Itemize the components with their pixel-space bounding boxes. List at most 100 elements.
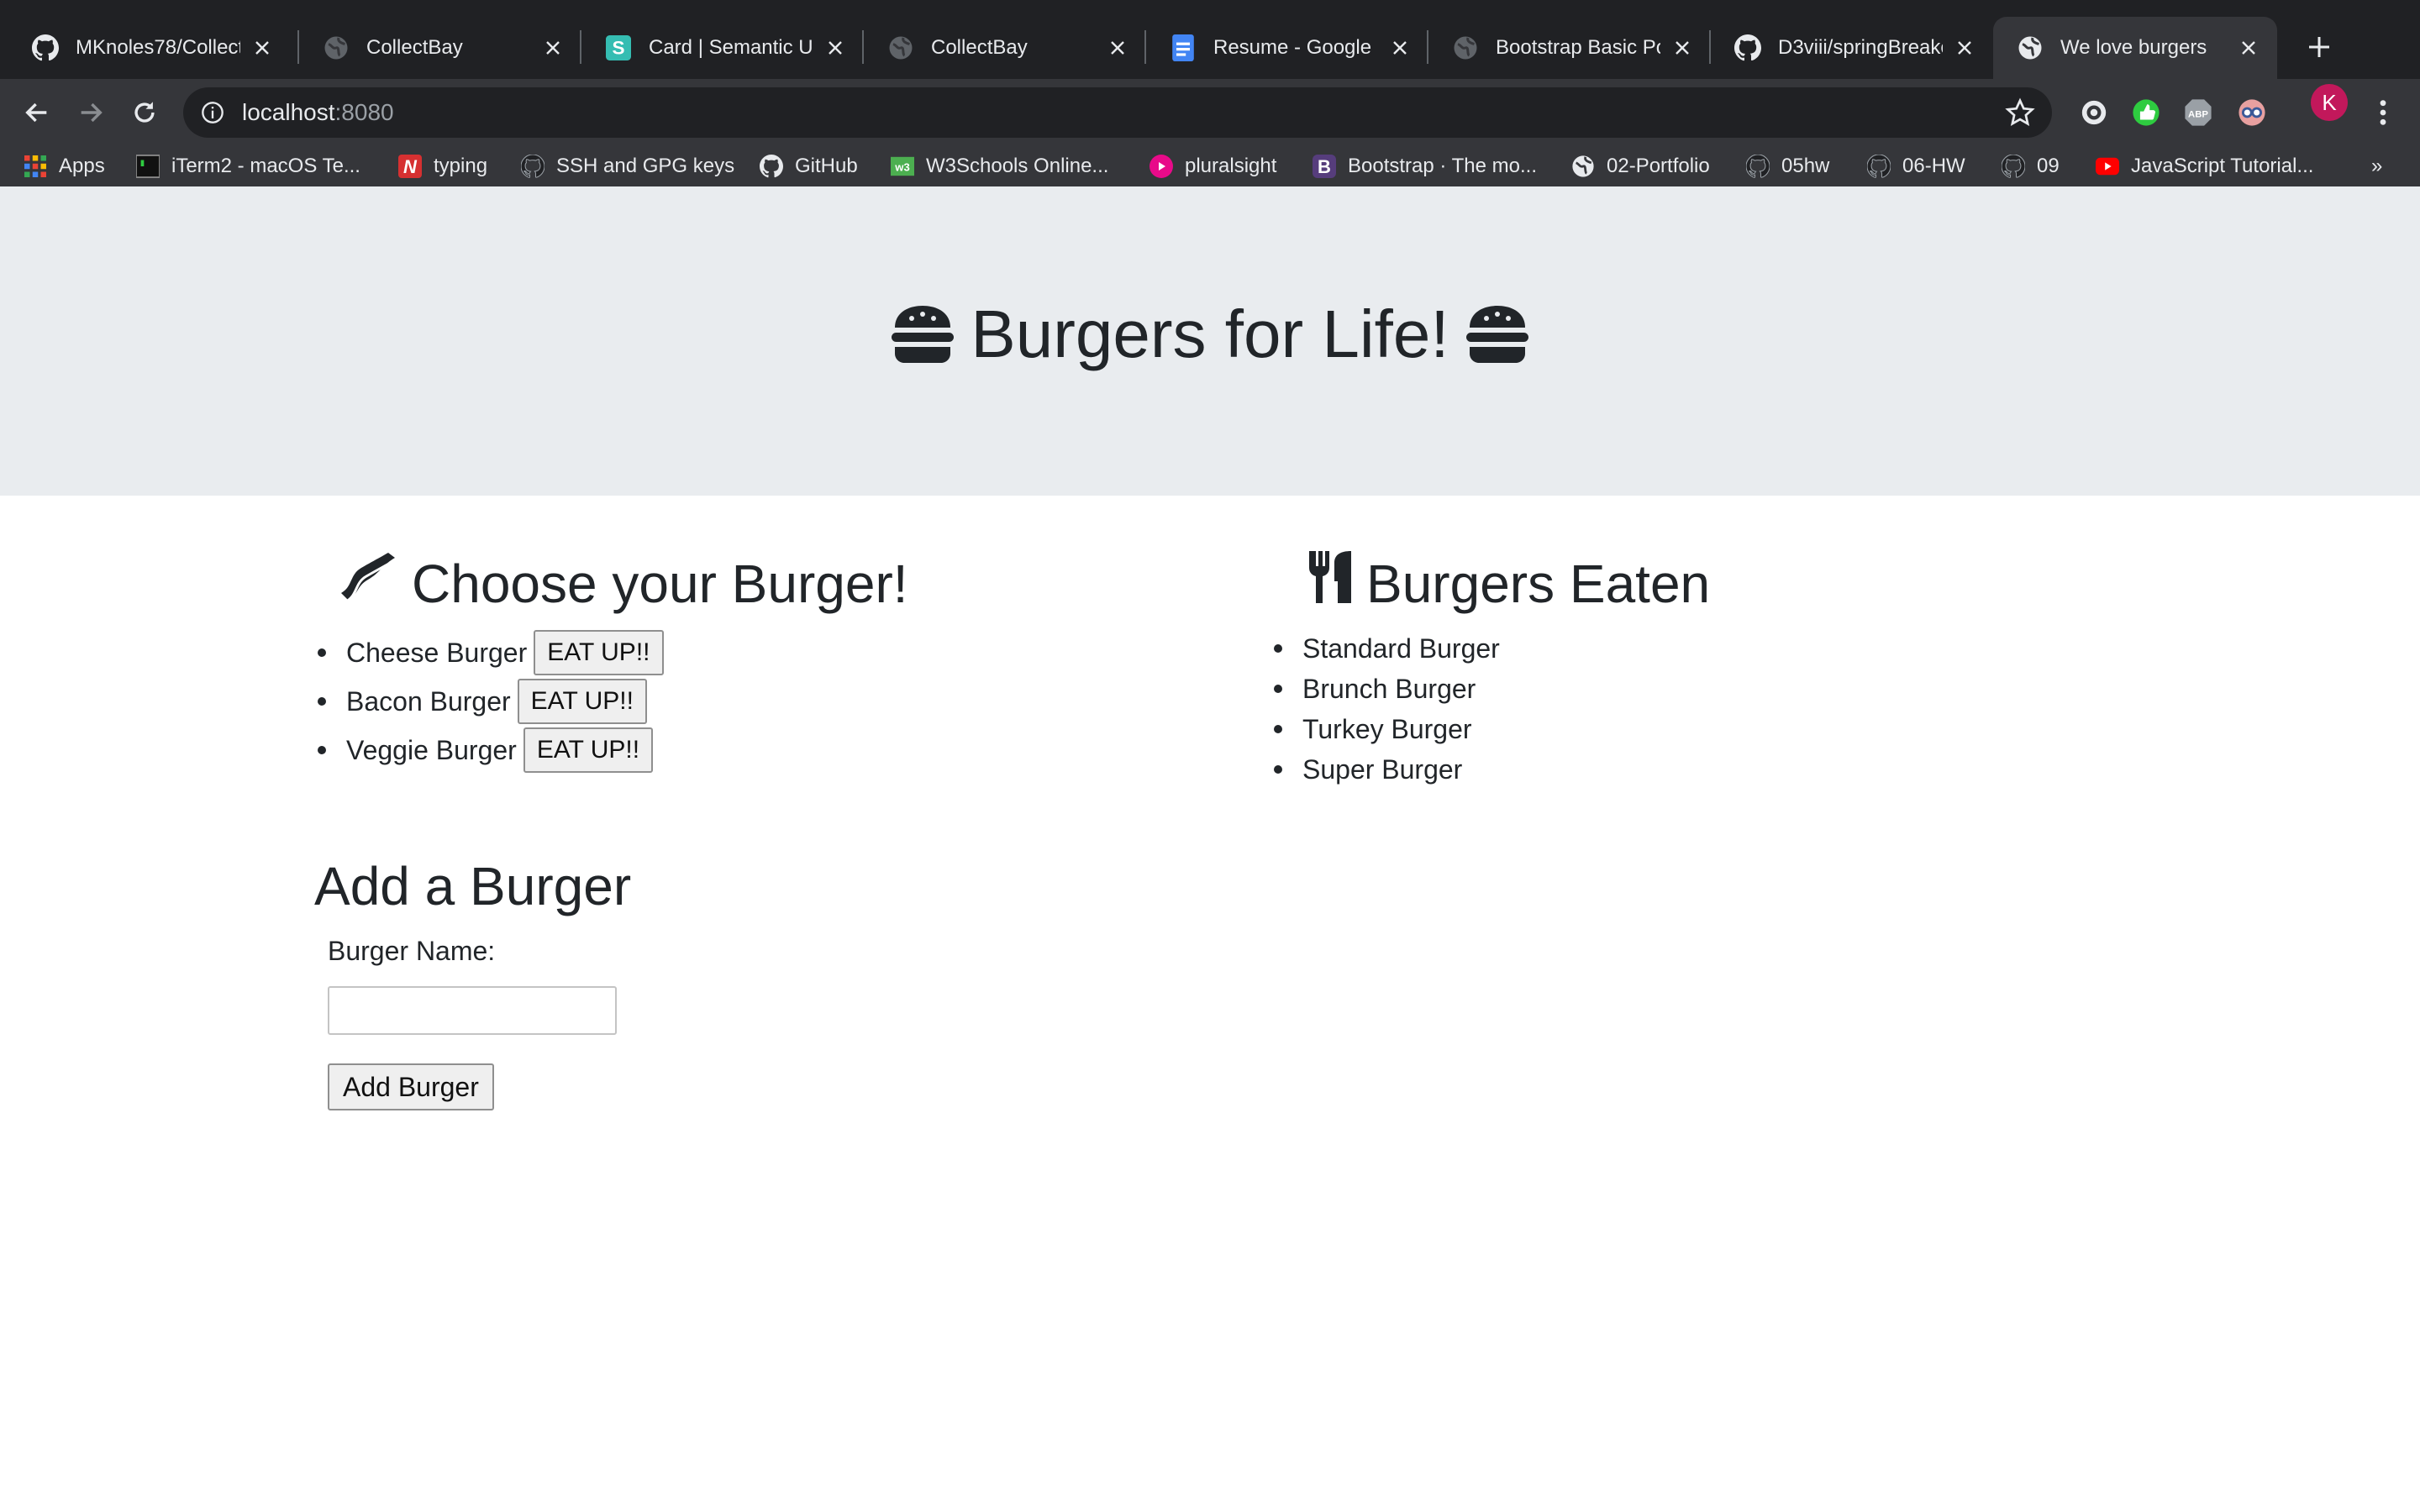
tab-title: CollectBay xyxy=(366,36,463,59)
tab-strip: MKnoles78/Collect CollectBay S Card | Se… xyxy=(0,0,2420,79)
address-bar[interactable]: localhost:8080 xyxy=(183,87,2052,138)
profile-avatar[interactable]: K xyxy=(2311,84,2348,121)
close-icon[interactable] xyxy=(1951,34,1978,61)
list-item: Bacon Burger EAT UP!! xyxy=(314,677,664,726)
burger-name-input[interactable] xyxy=(328,986,617,1035)
close-icon[interactable] xyxy=(1669,34,1696,61)
uneaten-burger-list: Cheese Burger EAT UP!! Bacon Burger EAT … xyxy=(314,628,664,774)
close-icon[interactable] xyxy=(249,34,276,61)
bookmark-apps[interactable]: Apps xyxy=(24,153,105,180)
bookmark-bootstrap[interactable]: B Bootstrap · The mo... xyxy=(1313,153,1537,180)
browser-toolbar: localhost:8080 ABP K xyxy=(0,79,2420,146)
close-icon[interactable] xyxy=(1386,34,1413,61)
bookmark-label: 09 xyxy=(2037,155,2060,177)
bookmark-06hw[interactable]: 06-HW xyxy=(1867,153,1965,180)
bookmark-label: iTerm2 - macOS Te... xyxy=(171,155,360,177)
bookmark-w3schools[interactable]: w3 W3Schools Online... xyxy=(891,153,1108,180)
google-docs-icon xyxy=(1170,34,1197,61)
eat-up-button[interactable]: EAT UP!! xyxy=(517,679,647,724)
menu-kebab-icon[interactable] xyxy=(2366,96,2400,129)
bookmark-star-icon[interactable] xyxy=(2005,97,2035,128)
tab-2[interactable]: S Card | Semantic UI xyxy=(581,17,864,79)
add-burger-button[interactable]: Add Burger xyxy=(328,1063,494,1110)
globe-icon xyxy=(323,34,350,61)
tab-7-active[interactable]: We love burgers xyxy=(1993,17,2277,79)
bookmarks-overflow-button[interactable]: » xyxy=(2371,153,2382,180)
tab-title: We love burgers xyxy=(2060,36,2207,59)
bookmark-05hw[interactable]: 05hw xyxy=(1746,153,1829,180)
bookmark-github[interactable]: GitHub xyxy=(760,153,858,180)
bookmark-label: GitHub xyxy=(795,155,858,177)
adblock-plus-icon[interactable]: ABP xyxy=(2181,96,2215,129)
bookmark-pluralsight[interactable]: pluralsight xyxy=(1150,153,1276,180)
tab-title: Card | Semantic UI xyxy=(649,36,813,59)
eat-up-button[interactable]: EAT UP!! xyxy=(523,727,654,773)
new-tab-button[interactable] xyxy=(2299,27,2339,67)
back-button[interactable] xyxy=(17,92,57,133)
page-title-text: Burgers for Life! xyxy=(971,297,1449,371)
svg-text:w3: w3 xyxy=(894,161,909,174)
github-icon xyxy=(521,155,544,178)
github-icon xyxy=(1867,155,1891,178)
tab-5[interactable]: Bootstrap Basic Po xyxy=(1428,17,1711,79)
eat-up-button[interactable]: EAT UP!! xyxy=(534,630,664,675)
svg-text:N: N xyxy=(403,156,418,177)
forward-button[interactable] xyxy=(71,92,111,133)
burger-name-label: Burger Name: xyxy=(328,936,496,966)
list-item: Turkey Burger xyxy=(1270,709,1500,749)
list-item: Super Burger xyxy=(1270,749,1500,790)
bookmark-label: pluralsight xyxy=(1185,155,1277,177)
url-port: :8080 xyxy=(334,99,394,125)
tab-4[interactable]: Resume - Google D xyxy=(1146,17,1428,79)
bookmark-typing[interactable]: N typing xyxy=(398,153,487,180)
eaten-burger-list: Standard Burger Brunch Burger Turkey Bur… xyxy=(1270,628,1500,790)
bookmark-label: typing xyxy=(434,155,488,177)
bookmark-ssh-gpg[interactable]: SSH and GPG keys xyxy=(521,153,734,180)
globe-icon xyxy=(2017,34,2044,61)
list-item: Cheese Burger EAT UP!! xyxy=(314,628,664,677)
bookmark-09[interactable]: 09 xyxy=(2002,153,2060,180)
bookmark-label: JavaScript Tutorial... xyxy=(2131,155,2314,177)
tab-1[interactable]: CollectBay xyxy=(299,17,581,79)
hamburger-icon xyxy=(890,304,955,365)
extension-glasses-icon[interactable] xyxy=(2235,96,2269,129)
bootstrap-icon: B xyxy=(1313,155,1336,178)
tab-3[interactable]: CollectBay xyxy=(864,17,1146,79)
url-text: localhost:8080 xyxy=(242,99,394,126)
bookmark-label: W3Schools Online... xyxy=(926,155,1109,177)
github-icon xyxy=(32,34,59,61)
list-item: Standard Burger xyxy=(1270,628,1500,669)
close-icon[interactable] xyxy=(539,34,566,61)
globe-icon xyxy=(887,34,914,61)
burgers-eaten-heading: Burgers Eaten xyxy=(1307,549,1710,617)
close-icon[interactable] xyxy=(1104,34,1131,61)
apps-grid-icon xyxy=(24,155,47,178)
close-icon[interactable] xyxy=(2235,34,2262,61)
info-icon[interactable] xyxy=(198,98,227,127)
burger-name: Bacon Burger xyxy=(346,685,511,717)
extension-thumbs-up-icon[interactable] xyxy=(2129,96,2163,129)
svg-text:B: B xyxy=(1318,156,1331,177)
tab-6[interactable]: D3viii/springBreake xyxy=(1711,17,1993,79)
choose-burger-heading-text: Choose your Burger! xyxy=(412,553,908,614)
typing-icon: N xyxy=(398,155,422,178)
tab-title: MKnoles78/Collect xyxy=(76,36,240,59)
choose-burger-heading: Choose your Burger! xyxy=(336,549,908,617)
burger-name: Cheese Burger xyxy=(346,637,528,668)
bookmarks-bar: Apps iTerm2 - macOS Te... N typing SSH a… xyxy=(0,146,2420,186)
terminal-icon xyxy=(136,155,160,178)
tab-title: Resume - Google D xyxy=(1213,36,1378,59)
bookmark-portfolio[interactable]: 02-Portfolio xyxy=(1571,153,1710,180)
bookmark-javascript-tutorial[interactable]: JavaScript Tutorial... xyxy=(2096,153,2313,180)
close-icon[interactable] xyxy=(822,34,849,61)
extension-timer-icon[interactable] xyxy=(2077,96,2111,129)
burgers-eaten-heading-text: Burgers Eaten xyxy=(1366,553,1711,614)
add-burger-heading: Add a Burger xyxy=(314,856,632,916)
tab-0[interactable]: MKnoles78/Collect xyxy=(8,17,291,79)
bookmark-iterm2[interactable]: iTerm2 - macOS Te... xyxy=(136,153,360,180)
globe-icon xyxy=(1571,155,1595,178)
tab-title: Bootstrap Basic Po xyxy=(1496,36,1660,59)
tab-title: D3viii/springBreake xyxy=(1778,36,1943,59)
bookmark-label: 05hw xyxy=(1781,155,1830,177)
reload-button[interactable] xyxy=(124,92,165,133)
